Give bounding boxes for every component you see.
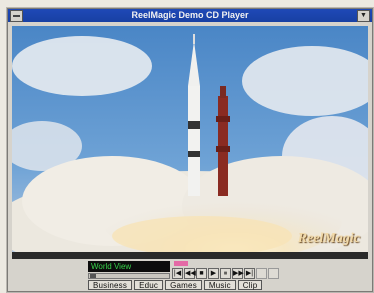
slider-thumb[interactable] — [90, 274, 96, 278]
tab-educ[interactable]: Educ — [134, 280, 164, 290]
blank-control-icon[interactable] — [268, 268, 279, 279]
rewind-icon[interactable]: ◀◀ — [184, 268, 196, 279]
system-menu-button[interactable] — [10, 10, 23, 22]
pause-icon[interactable]: ⏸ — [220, 268, 231, 279]
skip-forward-icon[interactable]: ▶| — [244, 268, 255, 279]
video-frame: ReelMagic — [12, 26, 368, 259]
reelmagic-watermark: ReelMagic — [297, 231, 360, 246]
play-icon[interactable]: ▶ — [208, 268, 219, 279]
volume-indicator — [174, 261, 188, 266]
category-tabs: Business Educ Games Music Clip — [88, 280, 263, 290]
rocket-launch-video — [12, 26, 368, 259]
fast-forward-icon[interactable]: ▶▶ — [232, 268, 244, 279]
skip-back-icon[interactable]: |◀ — [172, 268, 183, 279]
player-controls: World View |◀ ◀◀ ■ ▶ ⏸ ▶▶ ▶| Business Ed… — [88, 260, 298, 290]
tab-business[interactable]: Business — [88, 280, 133, 290]
tab-clip[interactable]: Clip — [237, 280, 263, 290]
minimize-button[interactable]: ▼ — [357, 10, 370, 22]
position-slider[interactable] — [88, 273, 170, 279]
channel-display: World View — [88, 261, 170, 272]
stop-icon[interactable]: ■ — [196, 268, 207, 279]
player-window: ReelMagic Demo CD Player ▼ ReelMagic Wor… — [7, 8, 373, 292]
window-title: ReelMagic Demo CD Player — [131, 10, 249, 20]
title-bar[interactable]: ReelMagic Demo CD Player ▼ — [8, 9, 372, 22]
tab-music[interactable]: Music — [203, 280, 236, 290]
blank-control-icon[interactable] — [256, 268, 267, 279]
transport-controls: |◀ ◀◀ ■ ▶ ⏸ ▶▶ ▶| — [172, 268, 279, 279]
tab-games[interactable]: Games — [165, 280, 202, 290]
